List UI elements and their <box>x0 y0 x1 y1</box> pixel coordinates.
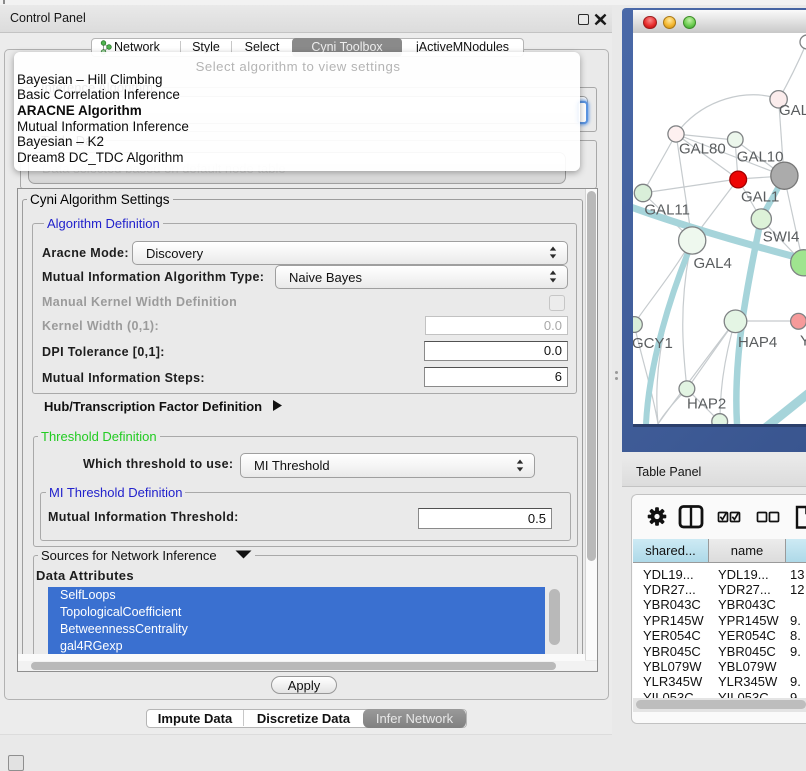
svg-text:GAL80: GAL80 <box>679 141 726 158</box>
svg-text:HAP4: HAP4 <box>738 334 777 351</box>
svg-text:GAL11: GAL11 <box>644 202 690 219</box>
svg-text:SWI4: SWI4 <box>763 229 800 246</box>
svg-text:GAL7: GAL7 <box>779 102 806 119</box>
svg-text:GAL4: GAL4 <box>694 255 732 272</box>
svg-text:HAP2: HAP2 <box>687 396 726 413</box>
svg-text:GAL1: GAL1 <box>741 189 779 206</box>
svg-text:GAL10: GAL10 <box>737 148 784 165</box>
svg-text:GCY1: GCY1 <box>633 335 673 352</box>
svg-text:Y: Y <box>800 333 806 350</box>
